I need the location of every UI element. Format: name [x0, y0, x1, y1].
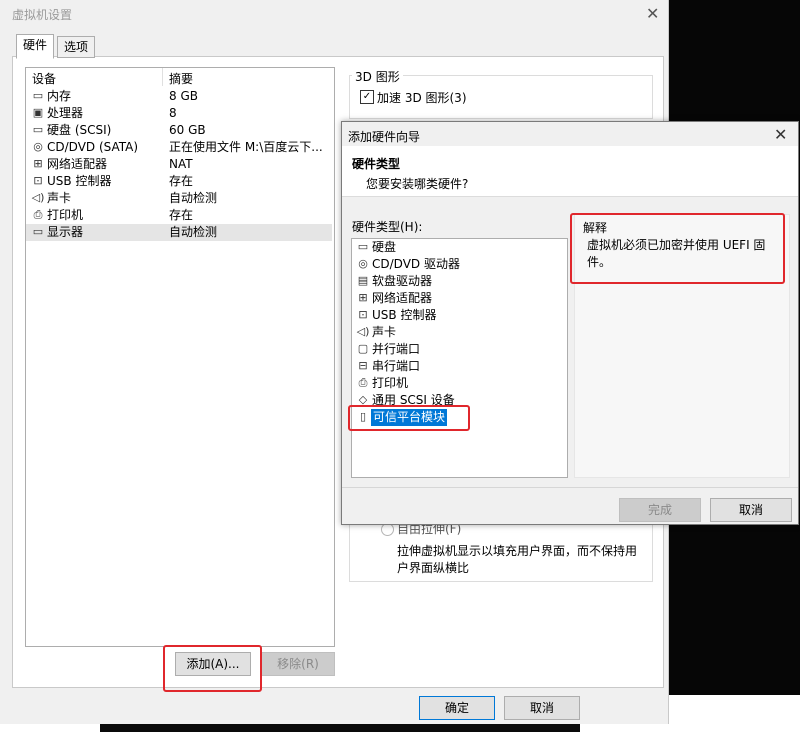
- device-summary: NAT: [169, 157, 193, 171]
- device-name: USB 控制器: [47, 174, 112, 188]
- device-row-cddvd[interactable]: ◎ CD/DVD (SATA) 正在使用文件 M:\百度云下...: [26, 139, 332, 156]
- device-row-memory[interactable]: ▭ 内存 8 GB: [26, 88, 332, 105]
- display-icon: ▭: [32, 225, 44, 238]
- highlight-add-button: [163, 645, 262, 692]
- accelerate-3d-checkbox[interactable]: ✓: [360, 90, 374, 104]
- device-row-network[interactable]: ⊞ 网络适配器 NAT: [26, 156, 332, 173]
- device-name: 处理器: [47, 106, 84, 120]
- close-icon[interactable]: ✕: [646, 4, 659, 23]
- floppy-icon: ▤: [357, 274, 369, 287]
- column-divider[interactable]: [162, 68, 163, 86]
- hw-item-label: 打印机: [372, 376, 409, 390]
- printer-icon: ⎙: [358, 376, 368, 389]
- device-row-display[interactable]: ▭ 显示器 自动检测: [26, 224, 332, 241]
- dialog-header: 硬件类型 您要安装哪类硬件?: [342, 146, 798, 197]
- summary-column-header[interactable]: 摘要: [169, 70, 193, 86]
- device-row-usb[interactable]: ⊡ USB 控制器 存在: [26, 173, 332, 190]
- hw-item-network[interactable]: ⊞ 网络适配器: [352, 290, 565, 307]
- hw-item-label: 软盘驱动器: [372, 274, 433, 288]
- device-summary: 存在: [169, 208, 194, 222]
- hw-item-label: 硬盘: [372, 240, 397, 254]
- hw-item-serial-port[interactable]: ⊟ 串行端口: [352, 358, 565, 375]
- hw-item-floppy[interactable]: ▤ 软盘驱动器: [352, 273, 565, 290]
- tab-hardware[interactable]: 硬件: [16, 34, 55, 59]
- device-summary: 8: [169, 106, 177, 120]
- device-column-header[interactable]: 设备: [32, 70, 56, 86]
- hw-item-label: 串行端口: [372, 359, 421, 373]
- device-name: 网络适配器: [47, 157, 108, 171]
- harddisk-icon: ▭: [32, 123, 44, 136]
- sound-icon: ◁): [31, 191, 45, 204]
- cpu-icon: ▣: [32, 106, 44, 119]
- window-title: 虚拟机设置: [12, 8, 73, 22]
- ok-button[interactable]: 确定: [419, 696, 495, 720]
- device-name: 硬盘 (SCSI): [47, 123, 112, 137]
- harddisk-icon: ▭: [357, 240, 369, 253]
- device-summary: 自动检测: [169, 225, 218, 239]
- device-summary: 自动检测: [169, 191, 218, 205]
- graphics-group-title: 3D 图形: [352, 68, 403, 85]
- hw-item-label: 网络适配器: [372, 291, 433, 305]
- serial-port-icon: ⊟: [358, 359, 368, 372]
- dialog-divider: [342, 487, 798, 488]
- device-name: 打印机: [47, 208, 84, 222]
- cd-icon: ◎: [358, 257, 368, 270]
- tab-options[interactable]: 选项: [57, 36, 96, 58]
- highlight-explanation: [570, 213, 785, 284]
- device-summary: 60 GB: [169, 123, 206, 137]
- device-name: 内存: [47, 89, 72, 103]
- hw-item-usb[interactable]: ⊡ USB 控制器: [352, 307, 565, 324]
- usb-icon: ⊡: [358, 308, 368, 321]
- device-summary: 正在使用文件 M:\百度云下...: [169, 140, 323, 154]
- device-summary: 8 GB: [169, 89, 198, 103]
- hw-item-cddvd[interactable]: ◎ CD/DVD 驱动器: [352, 256, 565, 273]
- device-list[interactable]: 设备 摘要 ▭ 内存 8 GB ▣ 处理器 8 ▭ 硬盘 (SCSI) 60 G…: [25, 67, 335, 647]
- highlight-tpm-item: [348, 405, 470, 431]
- device-row-harddisk[interactable]: ▭ 硬盘 (SCSI) 60 GB: [26, 122, 332, 139]
- parallel-port-icon: ▢: [357, 342, 369, 355]
- network-icon: ⊞: [33, 157, 43, 170]
- device-row-sound[interactable]: ◁) 声卡 自动检测: [26, 190, 332, 207]
- hardware-type-label: 硬件类型(H):: [352, 220, 423, 234]
- hw-item-label: 并行端口: [372, 342, 421, 356]
- printer-icon: ⎙: [33, 208, 43, 221]
- dialog-header-title: 硬件类型: [352, 157, 401, 171]
- device-row-printer[interactable]: ⎙ 打印机 存在: [26, 207, 332, 224]
- sound-icon: ◁): [356, 325, 370, 338]
- network-icon: ⊞: [358, 291, 368, 304]
- device-row-cpu[interactable]: ▣ 处理器 8: [26, 105, 332, 122]
- hw-item-printer[interactable]: ⎙ 打印机: [352, 375, 565, 392]
- accelerate-3d-label: 加速 3D 图形(3): [377, 91, 467, 105]
- hw-item-sound[interactable]: ◁) 声卡: [352, 324, 565, 341]
- remove-hardware-button[interactable]: 移除(R): [261, 652, 335, 676]
- hardware-type-list[interactable]: ▭ 硬盘 ◎ CD/DVD 驱动器 ▤ 软盘驱动器 ⊞ 网络适配器 ⊡ USB …: [351, 238, 568, 478]
- cd-icon: ◎: [33, 140, 43, 153]
- device-summary: 存在: [169, 174, 194, 188]
- dialog-title: 添加硬件向导: [348, 130, 421, 144]
- hw-item-label: USB 控制器: [372, 308, 437, 322]
- close-icon[interactable]: ✕: [774, 125, 787, 144]
- memory-icon: ▭: [32, 89, 44, 102]
- dialog-cancel-button[interactable]: 取消: [710, 498, 792, 522]
- dialog-header-subtitle: 您要安装哪类硬件?: [366, 177, 469, 191]
- cancel-button[interactable]: 取消: [504, 696, 580, 720]
- hw-item-label: CD/DVD 驱动器: [372, 257, 460, 271]
- hw-item-harddisk[interactable]: ▭ 硬盘: [352, 239, 565, 256]
- hw-item-label: 声卡: [372, 325, 397, 339]
- device-name: 声卡: [47, 191, 72, 205]
- hw-item-parallel-port[interactable]: ▢ 并行端口: [352, 341, 565, 358]
- device-name: 显示器: [47, 225, 84, 239]
- finish-button[interactable]: 完成: [619, 498, 701, 522]
- usb-icon: ⊡: [33, 174, 43, 187]
- device-name: CD/DVD (SATA): [47, 140, 139, 154]
- add-hardware-wizard-dialog: 添加硬件向导 ✕ 硬件类型 您要安装哪类硬件? 硬件类型(H): ▭ 硬盘 ◎ …: [341, 121, 799, 525]
- free-stretch-description: 拉伸虚拟机显示以填充用户界面，而不保持用户界面纵横比: [397, 544, 638, 575]
